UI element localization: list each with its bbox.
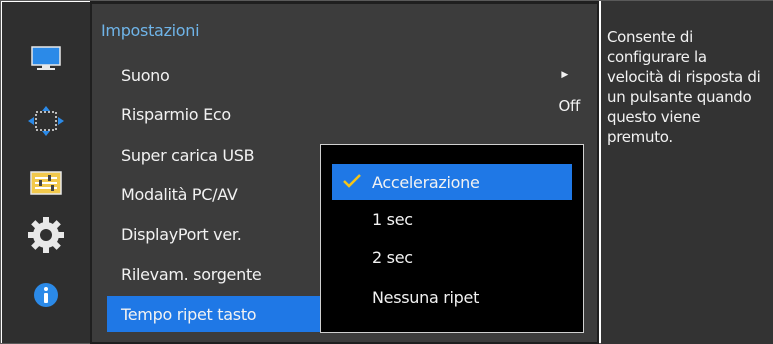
- menu-item-tempo-ripet-tasto[interactable]: Tempo ripet tasto: [107, 296, 322, 332]
- option-label: 2 sec: [372, 247, 413, 267]
- option-label: Nessuna ripet: [372, 287, 480, 307]
- menu-item-label: Super carica USB: [121, 145, 255, 165]
- menu-item-label: Modalità PC/AV: [121, 184, 238, 204]
- option-label: Accelerazione: [372, 172, 480, 192]
- menu-item-label: Suono: [121, 65, 170, 85]
- icon-sidebar: [2, 2, 90, 343]
- menu-item-value: Off: [558, 97, 581, 115]
- option-accelerazione[interactable]: Accelerazione: [332, 164, 572, 200]
- gear-icon[interactable]: [2, 215, 90, 255]
- monitor-icon[interactable]: [2, 39, 90, 79]
- help-text: Consente di configurare la velocità di r…: [607, 28, 761, 146]
- menu-item-label: Tempo ripet tasto: [121, 304, 257, 324]
- option-label: 1 sec: [372, 209, 413, 229]
- menu-item-risparmio-eco[interactable]: Risparmio Eco Off: [121, 96, 591, 132]
- menu-item-label: DisplayPort ver.: [121, 224, 242, 244]
- menu-title: Impostazioni: [101, 21, 200, 40]
- menu-item-label: Risparmio Eco: [121, 104, 231, 124]
- checkmark-icon: [343, 174, 361, 188]
- menu-item-suono[interactable]: Suono ▶: [121, 57, 591, 93]
- options-popup: Accelerazione 1 sec 2 sec Nessuna ripet: [320, 144, 584, 333]
- info-icon[interactable]: [2, 275, 90, 315]
- option-nessuna-ripet[interactable]: Nessuna ripet: [332, 279, 572, 315]
- option-2-sec[interactable]: 2 sec: [332, 239, 572, 275]
- osd-window: Impostazioni Suono ▶ Risparmio Eco Off S…: [0, 0, 773, 344]
- option-1-sec[interactable]: 1 sec: [332, 201, 572, 237]
- submenu-arrow-icon: ▶: [561, 70, 568, 80]
- settings-panel-icon[interactable]: [2, 163, 90, 203]
- help-panel: Consente di configurare la velocità di r…: [601, 1, 773, 344]
- menu-item-label: Rilevam. sorgente: [121, 264, 262, 284]
- position-arrows-icon[interactable]: [2, 101, 90, 141]
